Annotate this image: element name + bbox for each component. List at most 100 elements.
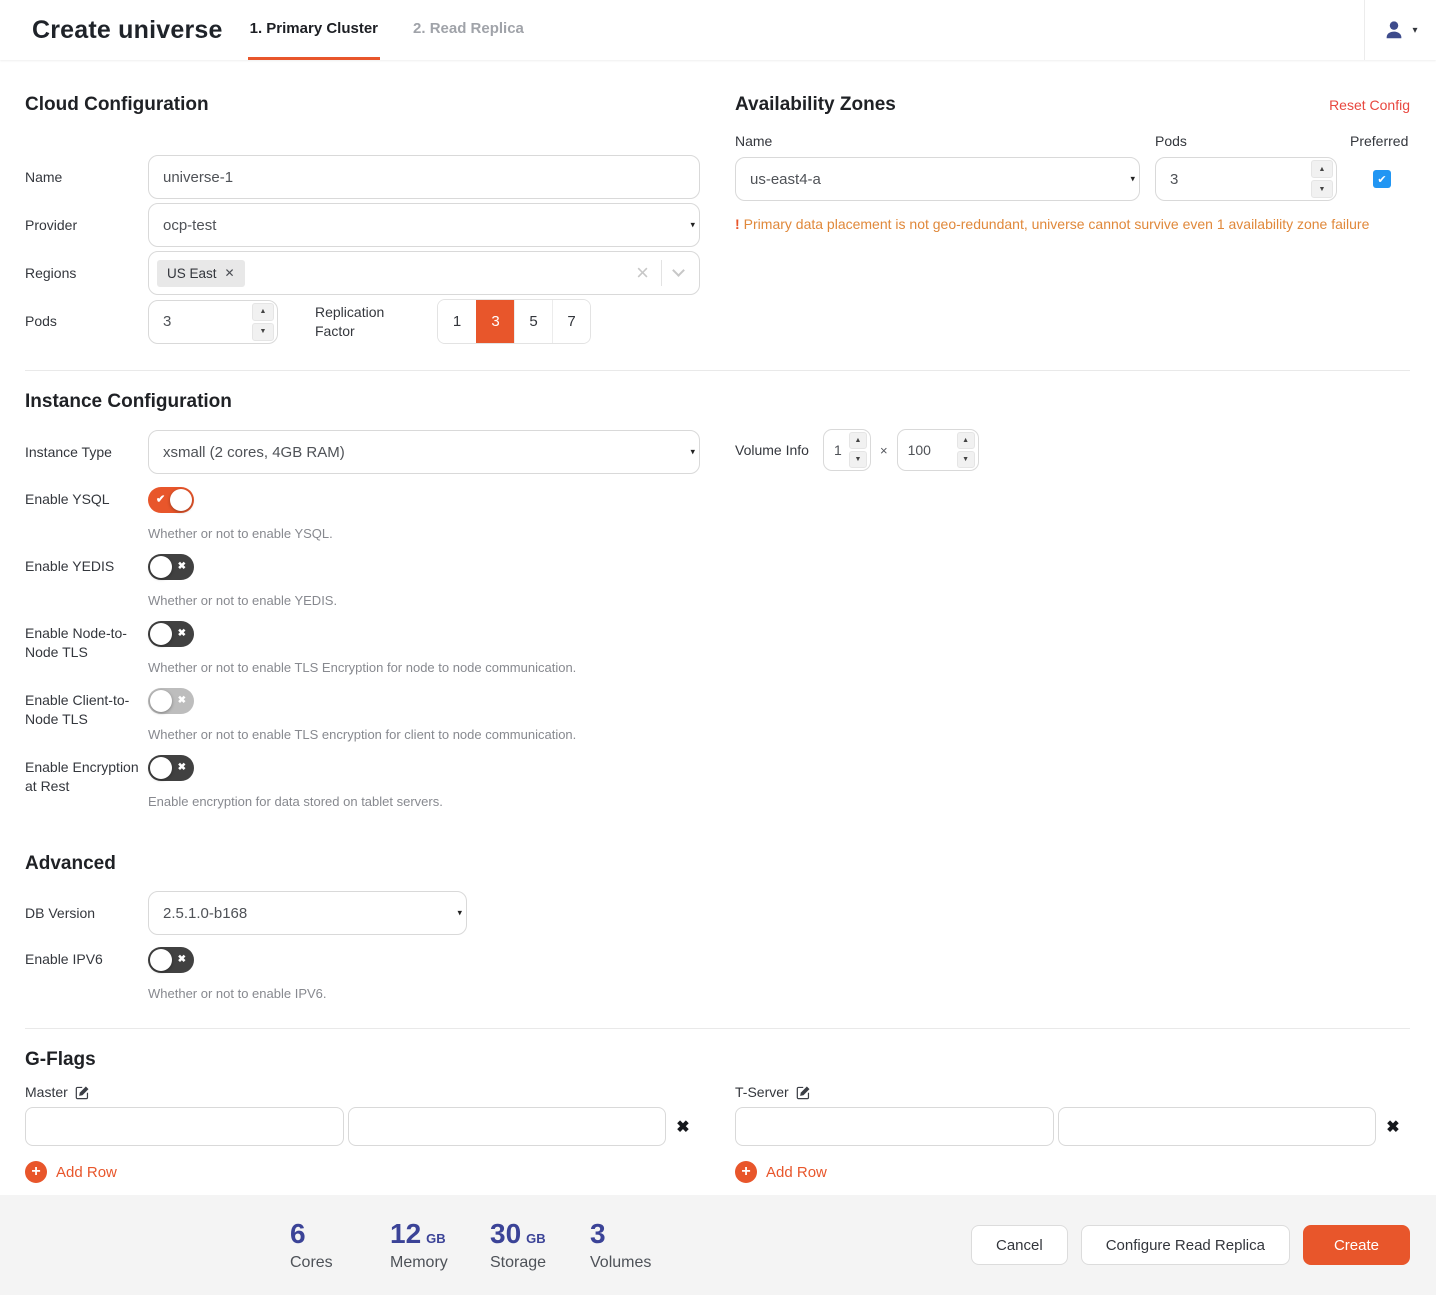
master-flag-name-input[interactable] [25, 1107, 344, 1146]
enable-ysql-row: Enable YSQL ✔ Whether or not to enable Y… [25, 487, 700, 541]
db-version-row: DB Version 2.5.1.0-b168 ▾ [25, 891, 700, 935]
provider-select[interactable]: ocp-test ▾ [148, 203, 700, 247]
select-arrow-icon: ▾ [457, 909, 462, 918]
region-chip-remove-icon[interactable]: ✕ [225, 266, 235, 280]
replication-factor-5-button[interactable]: 5 [514, 300, 552, 343]
tab-primary-cluster[interactable]: 1. Primary Cluster [248, 0, 380, 60]
reset-config-link[interactable]: Reset Config [1329, 97, 1410, 113]
enable-client-to-node-tls-label: Enable Client-to-Node TLS [25, 688, 148, 742]
advanced-heading: Advanced [25, 853, 700, 875]
instance-type-select[interactable]: xsmall (2 cores, 4GB RAM) ▾ [148, 430, 700, 474]
cross-icon: ✖ [178, 629, 186, 639]
az-name-select[interactable]: us-east4-a ▾ [735, 157, 1140, 201]
gflags-heading: G-Flags [25, 1049, 1410, 1071]
volume-size-decrement-button[interactable]: ▼ [957, 451, 975, 468]
pods-stepper[interactable]: 3 ▲ ▼ [148, 300, 278, 344]
enable-yedis-helper: Whether or not to enable YEDIS. [148, 593, 700, 608]
remove-tserver-row-icon[interactable]: ✖ [1376, 1117, 1410, 1137]
enable-encryption-at-rest-label: Enable Encryption at Rest [25, 755, 148, 809]
pods-row: Pods 3 ▲ ▼ Replication Factor 1 3 5 [25, 299, 700, 344]
db-version-select[interactable]: 2.5.1.0-b168 ▾ [148, 891, 467, 935]
create-button[interactable]: Create [1303, 1225, 1410, 1265]
az-pods-stepper[interactable]: 3 ▲ ▼ [1155, 157, 1337, 201]
replication-factor-7-button[interactable]: 7 [552, 300, 590, 343]
tserver-flag-name-input[interactable] [735, 1107, 1054, 1146]
enable-yedis-row: Enable YEDIS ✖ Whether or not to enable … [25, 554, 700, 608]
replication-factor-label: Replication Factor [315, 303, 407, 341]
select-arrow-icon: ▾ [690, 221, 695, 230]
volume-size-increment-button[interactable]: ▲ [957, 432, 975, 449]
volume-count-stepper[interactable]: 1 ▲ ▼ [823, 429, 871, 471]
replication-factor-1-button[interactable]: 1 [438, 300, 476, 343]
enable-yedis-label: Enable YEDIS [25, 554, 148, 608]
cloud-configuration-section: Cloud Configuration Name Provider ocp-te… [25, 94, 700, 348]
select-arrow-icon: ▾ [690, 448, 695, 457]
edit-icon[interactable] [75, 1085, 90, 1100]
cross-icon: ✖ [178, 763, 186, 773]
instance-configuration-heading: Instance Configuration [25, 391, 700, 413]
toggle-knob [150, 949, 172, 971]
region-chip: US East ✕ [157, 260, 245, 287]
az-name-header: Name [735, 133, 1155, 149]
az-warning: !Primary data placement is not geo-redun… [735, 216, 1410, 232]
cancel-button[interactable]: Cancel [971, 1225, 1068, 1265]
enable-yedis-toggle[interactable]: ✖ [148, 554, 194, 580]
enable-node-to-node-tls-toggle[interactable]: ✖ [148, 621, 194, 647]
toggle-knob [150, 556, 172, 578]
instance-type-row: Instance Type xsmall (2 cores, 4GB RAM) … [25, 430, 700, 474]
divider [25, 370, 1410, 371]
replication-factor-3-button[interactable]: 3 [476, 300, 514, 343]
tserver-flag-value-input[interactable] [1058, 1107, 1377, 1146]
pods-decrement-button[interactable]: ▼ [252, 323, 274, 341]
wizard-tabs: 1. Primary Cluster 2. Read Replica [248, 0, 557, 60]
preferred-checkbox[interactable]: ✔ [1373, 170, 1391, 188]
summary-footer: 6 Cores 12 GB Memory 30 GB Storage 3 Vol… [0, 1195, 1436, 1295]
enable-node-to-node-tls-label: Enable Node-to-Node TLS [25, 621, 148, 675]
universe-name-input[interactable] [148, 155, 700, 199]
az-row: us-east4-a ▾ 3 ▲ ▼ ✔ [735, 157, 1410, 201]
tab-read-replica[interactable]: 2. Read Replica [411, 0, 526, 60]
chevron-down-icon: ▾ [1412, 25, 1417, 36]
remove-master-row-icon[interactable]: ✖ [666, 1117, 700, 1137]
replication-factor-group: 1 3 5 7 [437, 299, 591, 344]
master-flag-value-input[interactable] [348, 1107, 667, 1146]
master-add-row-button[interactable]: + Add Row [25, 1161, 700, 1183]
volumes-stat: 3 Volumes [590, 1218, 690, 1272]
volume-size-stepper[interactable]: 100 ▲ ▼ [897, 429, 979, 471]
name-row: Name [25, 155, 700, 199]
regions-multiselect[interactable]: US East ✕ × [148, 251, 700, 295]
user-icon [1383, 19, 1405, 41]
volume-count-increment-button[interactable]: ▲ [849, 432, 867, 449]
cross-icon: ✖ [178, 562, 186, 572]
az-pods-decrement-button[interactable]: ▼ [1311, 180, 1333, 198]
chevron-down-icon[interactable] [672, 264, 685, 277]
tserver-add-row-button[interactable]: + Add Row [735, 1161, 1410, 1183]
toggle-knob [150, 690, 172, 712]
select-arrow-icon: ▾ [1130, 175, 1135, 184]
pods-label: Pods [25, 312, 148, 331]
edit-icon[interactable] [796, 1085, 811, 1100]
enable-client-to-node-tls-row: Enable Client-to-Node TLS ✖ Whether or n… [25, 688, 700, 742]
availability-zones-section: Availability Zones Reset Config Name Pod… [735, 94, 1410, 348]
instance-type-label: Instance Type [25, 443, 148, 462]
az-pods-increment-button[interactable]: ▲ [1311, 160, 1333, 178]
main-content: Cloud Configuration Name Provider ocp-te… [0, 60, 1436, 1195]
enable-ipv6-toggle[interactable]: ✖ [148, 947, 194, 973]
enable-ysql-toggle[interactable]: ✔ [148, 487, 194, 513]
clear-regions-icon[interactable]: × [636, 262, 649, 284]
plus-icon: + [25, 1161, 47, 1183]
volume-info-label: Volume Info [735, 442, 823, 458]
configure-read-replica-button[interactable]: Configure Read Replica [1081, 1225, 1290, 1265]
pods-increment-button[interactable]: ▲ [252, 303, 274, 321]
enable-client-to-node-tls-helper: Whether or not to enable TLS encryption … [148, 727, 700, 742]
enable-node-to-node-tls-helper: Whether or not to enable TLS Encryption … [148, 660, 700, 675]
divider [25, 1028, 1410, 1029]
enable-client-to-node-tls-toggle: ✖ [148, 688, 194, 714]
volume-count-decrement-button[interactable]: ▼ [849, 451, 867, 468]
user-menu[interactable]: ▾ [1364, 0, 1436, 60]
cores-stat: 6 Cores [290, 1218, 390, 1272]
regions-label: Regions [25, 264, 148, 283]
az-preferred-header: Preferred [1350, 133, 1408, 149]
enable-encryption-at-rest-toggle[interactable]: ✖ [148, 755, 194, 781]
enable-ipv6-label: Enable IPV6 [25, 947, 148, 1001]
